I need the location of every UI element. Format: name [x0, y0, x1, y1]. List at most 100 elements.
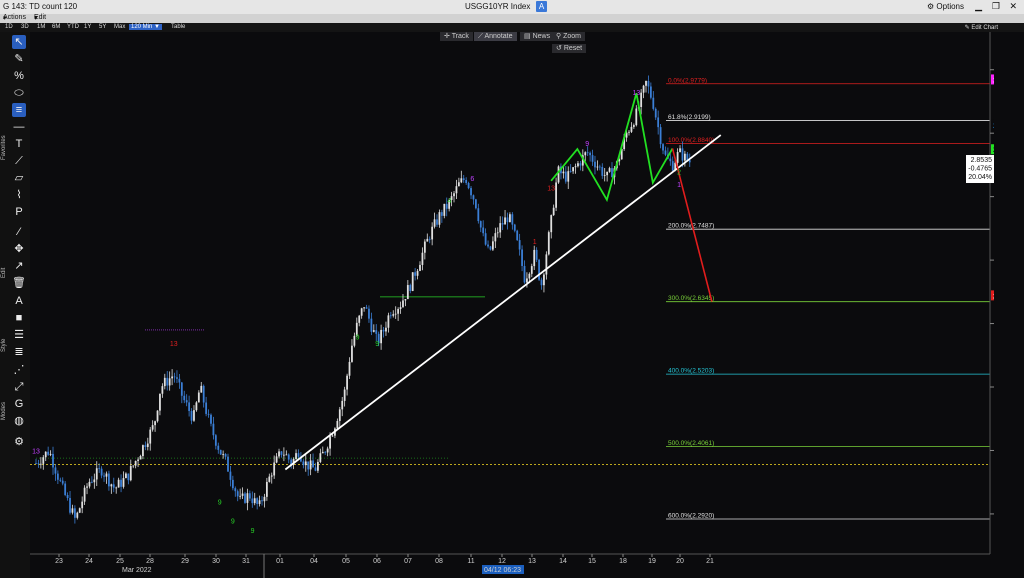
edit-menu[interactable]: Edit ▾ — [34, 14, 46, 22]
text-icon[interactable]: T — [12, 137, 26, 151]
candle-body — [440, 212, 443, 216]
line-style-icon[interactable]: ☰ — [12, 328, 26, 342]
options-menu[interactable]: ⚙ Options — [927, 2, 964, 11]
candle-body — [188, 402, 191, 411]
candle-body — [39, 463, 42, 465]
candle-body — [671, 161, 674, 171]
x-tick-label: 20 — [676, 558, 684, 565]
candle-body — [35, 463, 37, 464]
td-count-label: 1 — [533, 239, 537, 246]
candle-body — [229, 471, 232, 480]
crosshair-icon[interactable]: ⤢ — [12, 380, 26, 394]
candle-body — [492, 241, 494, 250]
zoom-button[interactable]: ⚲ Zoom — [552, 32, 585, 41]
candle-body — [59, 479, 62, 481]
magnet-icon[interactable]: G — [12, 397, 26, 411]
candle-body — [433, 219, 436, 227]
x-tick-label: 31 — [242, 558, 250, 565]
candle-body — [317, 461, 319, 471]
candle-body — [49, 453, 52, 455]
candle-body — [632, 125, 635, 127]
track-button[interactable]: ✛ Track — [440, 32, 473, 41]
candle-body — [640, 92, 643, 108]
polyline-icon[interactable]: ⌇ — [12, 188, 26, 202]
eraser-icon[interactable]: ⁄ — [12, 225, 26, 239]
candle-body — [256, 498, 259, 504]
x-tick-label: 28 — [146, 558, 154, 565]
range-1m[interactable]: 1M — [37, 24, 45, 30]
minimize-icon[interactable]: ▁ — [975, 1, 982, 12]
hline-icon[interactable]: — — [12, 120, 26, 134]
range-5y[interactable]: 5Y — [99, 24, 106, 30]
candle-body — [474, 199, 477, 209]
fib-label: 500.0%(2.4061) — [668, 440, 714, 447]
candle-body — [173, 376, 176, 378]
trash-icon[interactable]: 🗑 — [12, 276, 26, 290]
ray-icon[interactable]: ⟋ — [12, 154, 26, 168]
pattern-icon[interactable]: P — [12, 205, 26, 219]
color-icon[interactable]: ◍ — [12, 414, 26, 428]
td-count-label: 1 — [677, 182, 681, 189]
candle-body — [603, 175, 606, 176]
range-120min[interactable]: 120 Min ▼ — [129, 24, 162, 30]
pointer-icon[interactable]: ↗ — [12, 259, 26, 273]
candle-body — [142, 445, 144, 457]
range-ytd[interactable]: YTD — [67, 24, 79, 30]
candle-body — [105, 473, 108, 477]
price-chart[interactable]: 0.0%(2.9779) 61.8%(2.9199) 100.0%(2.8840) 2… — [30, 32, 994, 578]
candle-body — [506, 217, 509, 223]
candle-body — [676, 152, 679, 163]
annotate-label: Annotate — [484, 33, 513, 40]
candle-body — [402, 300, 404, 308]
candle-body — [212, 423, 215, 436]
pencil-icon[interactable]: ✎ — [12, 52, 26, 66]
cursor-icon[interactable]: ↖ — [12, 35, 26, 49]
range-max[interactable]: Max — [114, 24, 125, 30]
range-1y[interactable]: 1Y — [84, 24, 91, 30]
table-button[interactable]: Table — [171, 24, 185, 30]
fibonacci-icon[interactable]: ≡ — [12, 103, 26, 117]
candle-body — [321, 451, 324, 454]
move-icon[interactable]: ✥ — [12, 242, 26, 256]
font-icon[interactable]: A — [12, 294, 26, 308]
range-3d[interactable]: 3D — [21, 24, 29, 30]
candle-body — [406, 285, 409, 300]
ellipse-icon[interactable]: ⬭ — [12, 86, 26, 100]
candle-body — [302, 461, 305, 466]
news-button[interactable]: ▤ News — [520, 32, 555, 41]
snap-icon[interactable]: ⋰ — [12, 363, 26, 377]
line-width-icon[interactable]: ≣ — [12, 345, 26, 359]
title-badge[interactable]: A — [536, 1, 547, 12]
percent-icon[interactable]: % — [12, 69, 26, 83]
reset-button[interactable]: ↺ Reset — [552, 44, 587, 53]
candle-body — [137, 459, 139, 461]
candle-body — [66, 494, 69, 499]
settings-icon[interactable]: ⚙ — [12, 435, 26, 449]
x-tick-label: 08 — [435, 558, 443, 565]
candle-body — [61, 480, 64, 484]
candle-body — [487, 244, 489, 247]
actions-menu[interactable]: Actions ▾ — [3, 14, 26, 22]
fill-icon[interactable]: ■ — [12, 311, 26, 325]
restore-icon[interactable]: ❐ — [992, 1, 1000, 12]
close-icon[interactable]: ✕ — [1009, 1, 1017, 12]
candle-body — [419, 264, 421, 271]
candle-body — [591, 155, 594, 162]
candle-body — [467, 183, 470, 189]
candle-body — [151, 425, 154, 430]
candle-body — [90, 481, 93, 483]
candle-body — [251, 498, 254, 504]
td-count-label: 4 — [447, 198, 451, 205]
candle-body — [547, 232, 550, 255]
candle-body — [387, 315, 390, 328]
reset-label: Reset — [563, 45, 583, 52]
candle-body — [222, 453, 225, 455]
range-1d[interactable]: 1D — [5, 24, 13, 30]
security-title[interactable]: USGG10YR Index — [465, 2, 530, 11]
annotate-button[interactable]: ⟋ Annotate — [474, 32, 517, 41]
edit-chart-button[interactable]: ✎ Edit Chart — [965, 24, 998, 31]
candle-body — [348, 361, 351, 376]
range-6m[interactable]: 6M — [52, 24, 60, 30]
channel-icon[interactable]: ▱ — [12, 171, 26, 185]
x-tick-label: 06 — [373, 558, 381, 565]
